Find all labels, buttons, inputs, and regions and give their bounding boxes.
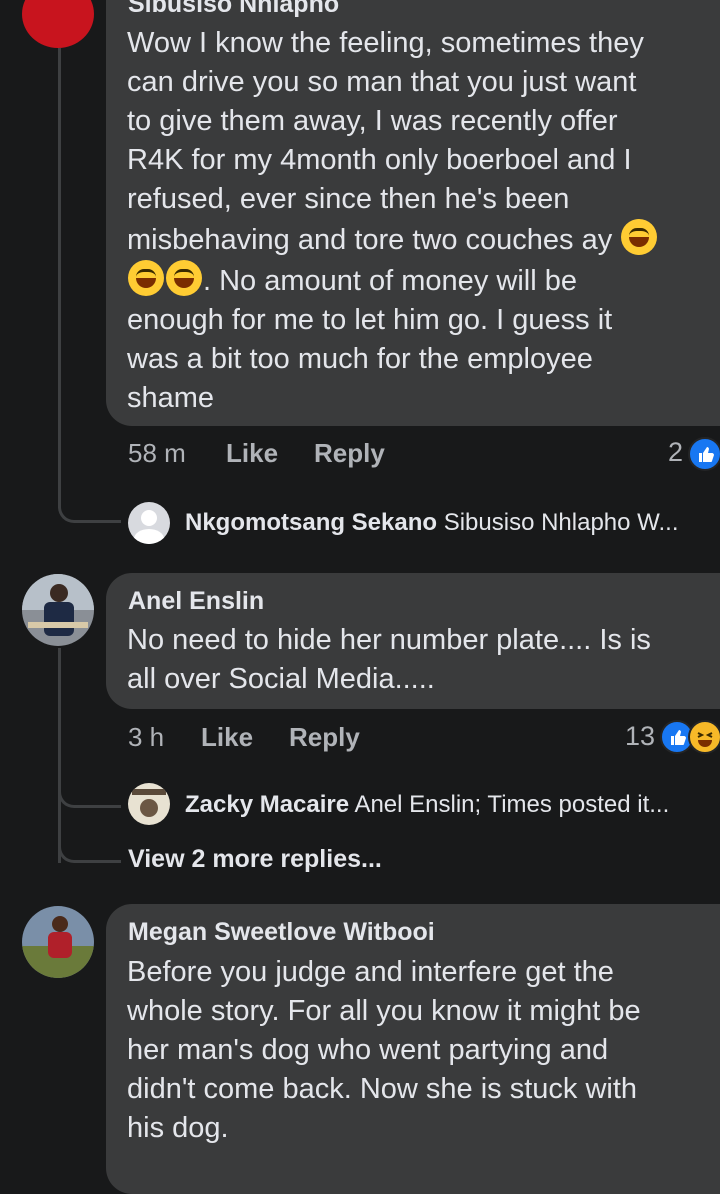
comment-text: Wow I know the feeling, sometimes they c… bbox=[127, 24, 717, 418]
comment-text: Before you judge and interfere get the w… bbox=[127, 956, 641, 1144]
like-button[interactable]: Like bbox=[226, 438, 278, 469]
reply-preview[interactable]: Nkgomotsang Sekano Sibusiso Nhlapho W... bbox=[185, 509, 720, 537]
avatar-zacky[interactable] bbox=[128, 783, 170, 825]
comment-author[interactable]: Sibusiso Nhlapho bbox=[128, 0, 339, 19]
avatar-sibusiso[interactable] bbox=[22, 0, 94, 48]
view-more-replies-link[interactable]: View 2 more replies... bbox=[128, 845, 382, 874]
haha-reaction-icon bbox=[688, 720, 720, 754]
comment-author[interactable]: Anel Enslin bbox=[128, 587, 264, 616]
thread-connector bbox=[58, 815, 121, 863]
reply-text: Sibusiso Nhlapho W... bbox=[443, 509, 679, 536]
sweat-smile-emoji-icon bbox=[621, 219, 658, 255]
comment-text: No need to hide her number plate.... Is … bbox=[127, 624, 651, 695]
like-reaction-icon bbox=[688, 437, 720, 471]
comment-timestamp[interactable]: 58 m bbox=[128, 438, 186, 469]
reply-author: Nkgomotsang Sekano bbox=[185, 509, 438, 536]
thread-connector bbox=[58, 760, 121, 808]
reply-preview[interactable]: Zacky Macaire Anel Enslin; Times posted … bbox=[185, 791, 720, 819]
sweat-smile-emoji-icon bbox=[128, 260, 164, 296]
thread-line bbox=[58, 48, 61, 478]
avatar-megan[interactable] bbox=[22, 906, 94, 978]
reply-text: Anel Enslin; Times posted it... bbox=[354, 791, 670, 818]
reply-button[interactable]: Reply bbox=[314, 438, 385, 469]
reply-button[interactable]: Reply bbox=[289, 722, 360, 753]
comment-timestamp[interactable]: 3 h bbox=[128, 722, 164, 753]
reply-author: Zacky Macaire bbox=[185, 791, 350, 818]
thread-connector bbox=[58, 470, 121, 523]
avatar-anel[interactable] bbox=[22, 574, 94, 646]
like-button[interactable]: Like bbox=[201, 722, 253, 753]
reaction-count[interactable]: 2 bbox=[668, 437, 683, 468]
reaction-count[interactable]: 13 bbox=[625, 721, 655, 752]
comment-author[interactable]: Megan Sweetlove Witbooi bbox=[128, 918, 435, 947]
sweat-smile-emoji-icon bbox=[166, 260, 202, 296]
avatar-nkgomotsang[interactable] bbox=[128, 502, 170, 544]
